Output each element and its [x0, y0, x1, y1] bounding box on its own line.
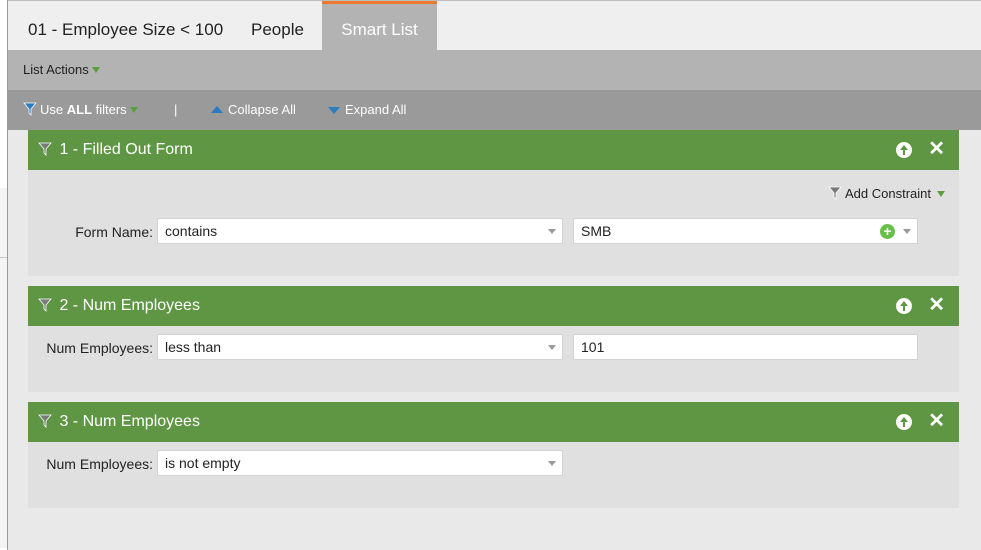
filter-title: 1 - Filled Out Form: [59, 141, 193, 158]
filter-header[interactable]: 1 - Filled Out Form ✕: [28, 130, 959, 170]
field-label: Form Name:: [75, 224, 153, 240]
tab-list-name[interactable]: 01 - Employee Size < 100: [8, 1, 243, 51]
operator-value: is not empty: [165, 455, 241, 471]
filters-label: filters: [92, 102, 127, 117]
collapse-icon: [211, 106, 223, 113]
add-constraint-button[interactable]: Add Constraint: [828, 186, 945, 201]
filter-header[interactable]: 2 - Num Employees ✕: [28, 286, 959, 326]
dropdown-arrow-icon: [937, 191, 945, 197]
dropdown-arrow-icon: [91, 67, 100, 73]
funnel-icon: [38, 298, 52, 312]
filter-card: 3 - Num Employees ✕ Num Employees: is no…: [28, 402, 959, 508]
chevron-down-icon: [903, 229, 911, 234]
use-all-bold: ALL: [66, 102, 93, 117]
expand-all-label: Expand All: [345, 102, 407, 117]
tab-bar: 01 - Employee Size < 100 People Smart Li…: [8, 0, 981, 51]
dropdown-arrow-icon: [129, 107, 138, 113]
value-text: 101: [581, 339, 605, 355]
funnel-icon: [38, 414, 52, 428]
filter-title: 3 - Num Employees: [59, 413, 200, 430]
toolbar-separator: |: [174, 102, 178, 117]
smart-list-canvas: 1 - Filled Out Form ✕ Add Constraint For…: [8, 130, 981, 550]
list-actions-label: List Actions: [23, 62, 89, 77]
list-actions-button[interactable]: List Actions: [23, 62, 100, 77]
remove-filter-icon[interactable]: ✕: [928, 410, 945, 432]
chevron-down-icon: [548, 229, 556, 234]
filter-toolbar: Use ALL filters | Collapse All Expand Al…: [8, 90, 981, 130]
filter-header[interactable]: 3 - Num Employees ✕: [28, 402, 959, 442]
operator-select[interactable]: contains: [157, 218, 563, 244]
tab-people[interactable]: People: [231, 1, 324, 51]
funnel-icon: [38, 142, 52, 156]
chevron-down-icon: [548, 461, 556, 466]
expand-icon: [328, 107, 340, 114]
left-gutter: [0, 188, 7, 548]
filter-card: 2 - Num Employees ✕ Num Employees: less …: [28, 286, 959, 392]
add-value-icon[interactable]: +: [880, 224, 895, 239]
filter-card: 1 - Filled Out Form ✕ Add Constraint For…: [28, 130, 959, 276]
value-input[interactable]: 101: [573, 334, 918, 360]
operator-select[interactable]: less than: [157, 334, 563, 360]
filter-title: 2 - Num Employees: [59, 297, 200, 314]
chevron-down-icon: [548, 345, 556, 350]
funnel-icon: [828, 186, 842, 200]
remove-filter-icon[interactable]: ✕: [928, 294, 945, 316]
tab-smart-list[interactable]: Smart List: [322, 1, 437, 51]
remove-filter-icon[interactable]: ✕: [928, 138, 945, 160]
operator-value: less than: [165, 339, 222, 355]
expand-all-button[interactable]: Expand All: [328, 102, 406, 117]
field-label: Num Employees:: [46, 340, 153, 356]
value-input[interactable]: SMB +: [573, 218, 918, 244]
operator-value: contains: [165, 223, 218, 239]
actions-bar: List Actions: [8, 50, 981, 90]
use-all-filters-button[interactable]: Use ALL filters: [23, 102, 138, 117]
collapse-all-button[interactable]: Collapse All: [211, 102, 296, 117]
value-text: SMB: [581, 223, 612, 239]
field-label: Num Employees:: [46, 456, 153, 472]
move-up-icon[interactable]: [896, 414, 912, 430]
gutter-divider: [0, 257, 7, 258]
operator-select[interactable]: is not empty: [157, 450, 563, 476]
add-constraint-label: Add Constraint: [845, 186, 931, 201]
collapse-all-label: Collapse All: [228, 102, 296, 117]
move-up-icon[interactable]: [896, 298, 912, 314]
funnel-icon: [23, 102, 37, 116]
move-up-icon[interactable]: [896, 142, 912, 158]
use-label: Use: [40, 102, 67, 117]
